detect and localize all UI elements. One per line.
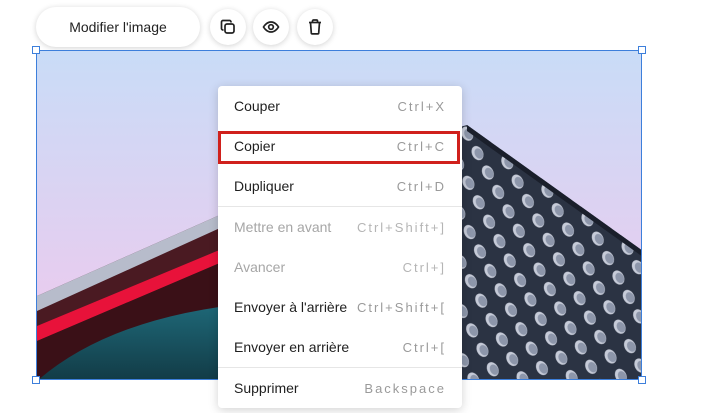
menu-item-shortcut: Ctrl+[ bbox=[402, 339, 446, 355]
menu-item-shortcut: Backspace bbox=[364, 380, 446, 396]
menu-item-label: Copier bbox=[234, 138, 276, 154]
edit-image-button[interactable]: Modifier l'image bbox=[36, 7, 200, 47]
menu-item-send-backward[interactable]: Envoyer en arrière Ctrl+[ bbox=[218, 327, 462, 367]
menu-item-shortcut: Ctrl+X bbox=[397, 98, 446, 114]
duplicate-button[interactable] bbox=[210, 9, 246, 45]
menu-item-label: Couper bbox=[234, 98, 280, 114]
menu-item-label: Dupliquer bbox=[234, 178, 294, 194]
edit-image-label: Modifier l'image bbox=[69, 19, 167, 35]
menu-item-send-to-back[interactable]: Envoyer à l'arrière Ctrl+Shift+[ bbox=[218, 287, 462, 327]
eye-icon bbox=[262, 18, 280, 36]
menu-item-delete[interactable]: Supprimer Backspace bbox=[218, 368, 462, 408]
menu-item-shortcut: Ctrl+Shift+[ bbox=[356, 299, 446, 315]
resize-handle-bottom-left[interactable] bbox=[32, 376, 40, 384]
resize-handle-top-left[interactable] bbox=[32, 46, 40, 54]
menu-item-shortcut: Ctrl+Shift+] bbox=[356, 219, 446, 235]
menu-item-bring-to-front[interactable]: Mettre en avant Ctrl+Shift+] bbox=[218, 207, 462, 247]
resize-handle-top-right[interactable] bbox=[638, 46, 646, 54]
menu-item-label: Envoyer en arrière bbox=[234, 339, 350, 355]
menu-item-duplicate[interactable]: Dupliquer Ctrl+D bbox=[218, 166, 462, 206]
menu-item-shortcut: Ctrl+D bbox=[396, 178, 446, 194]
trash-icon bbox=[306, 18, 324, 36]
preview-button[interactable] bbox=[253, 9, 289, 45]
menu-item-bring-forward[interactable]: Avancer Ctrl+] bbox=[218, 247, 462, 287]
copy-icon bbox=[219, 18, 237, 36]
resize-handle-bottom-right[interactable] bbox=[638, 376, 646, 384]
menu-item-label: Mettre en avant bbox=[234, 219, 332, 235]
context-menu: Couper Ctrl+X Copier Ctrl+C Dupliquer Ct… bbox=[218, 86, 462, 408]
menu-item-shortcut: Ctrl+] bbox=[402, 259, 446, 275]
menu-item-label: Envoyer à l'arrière bbox=[234, 299, 348, 315]
menu-item-cut[interactable]: Couper Ctrl+X bbox=[218, 86, 462, 126]
menu-item-shortcut: Ctrl+C bbox=[396, 138, 446, 154]
delete-button[interactable] bbox=[297, 9, 333, 45]
menu-item-copy[interactable]: Copier Ctrl+C bbox=[218, 126, 462, 166]
menu-item-label: Avancer bbox=[234, 259, 286, 275]
menu-item-label: Supprimer bbox=[234, 380, 299, 396]
